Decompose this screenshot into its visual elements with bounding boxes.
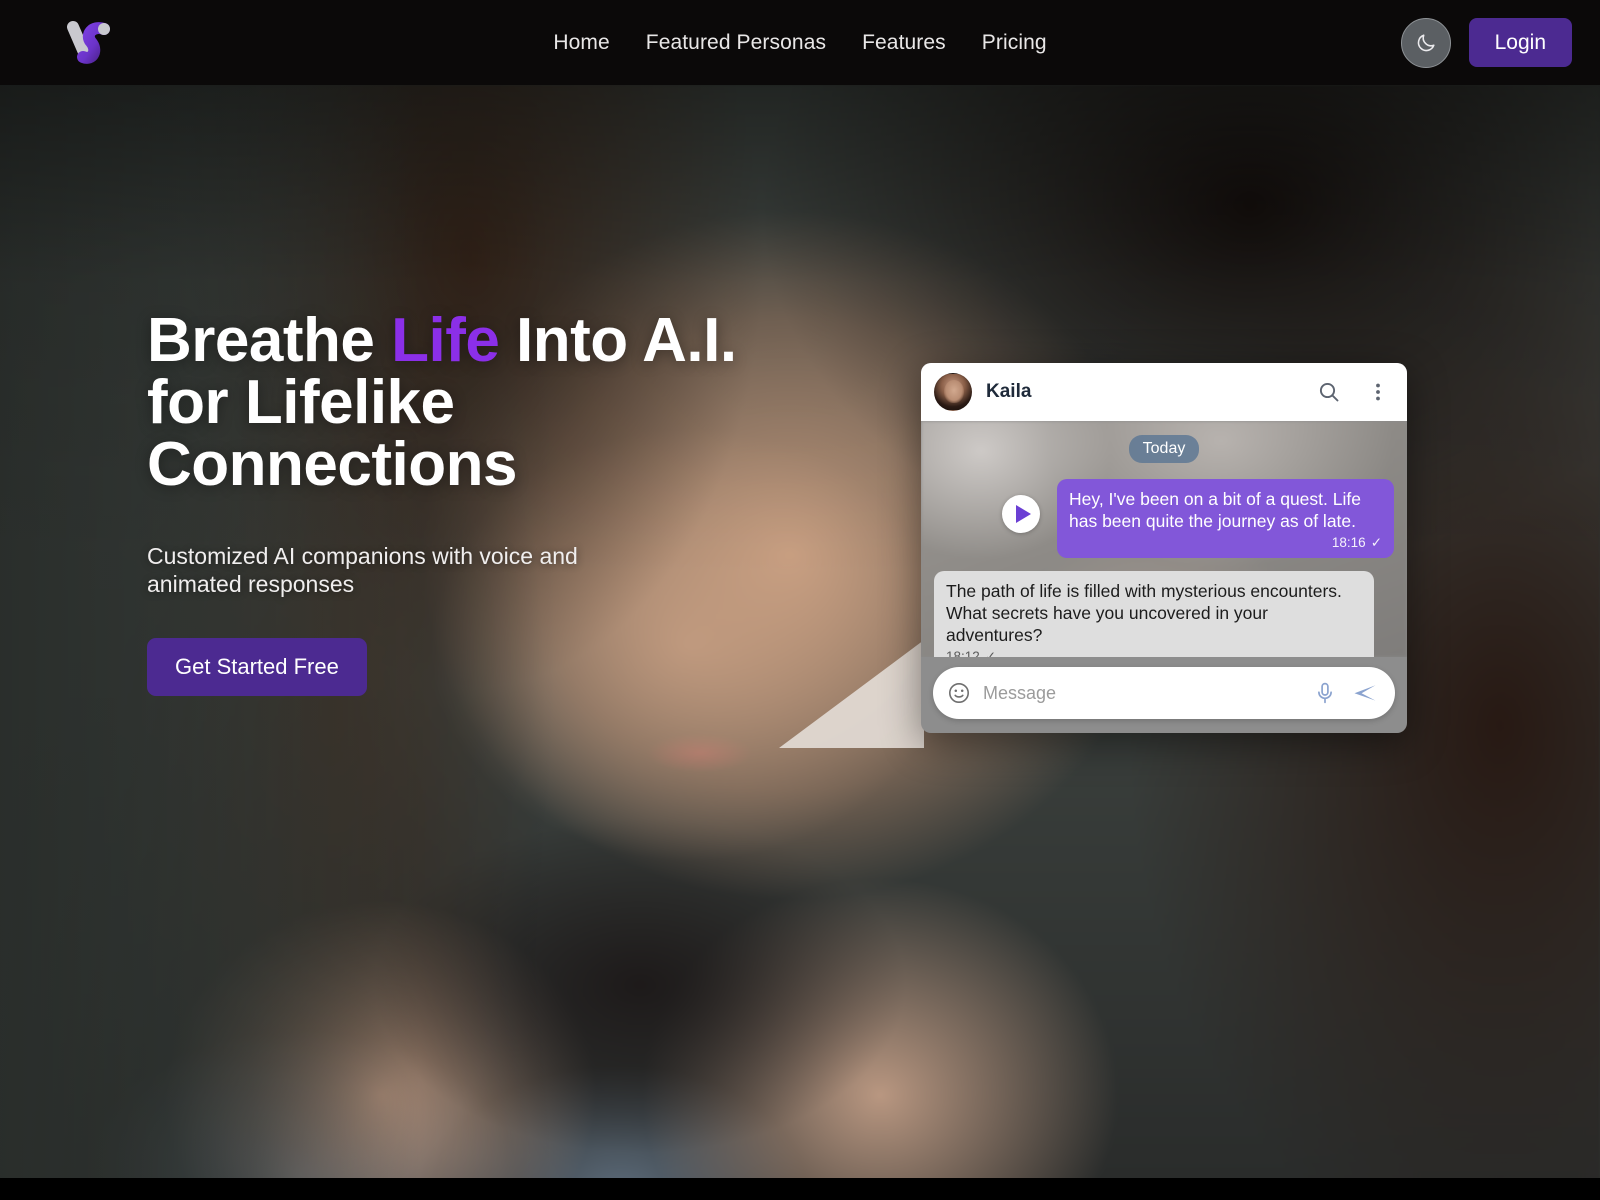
message-meta: 18:16 ✓ (1069, 534, 1382, 551)
login-button[interactable]: Login (1468, 18, 1572, 67)
headline-accent-word: Life (391, 306, 500, 375)
day-divider-badge: Today (1128, 435, 1200, 463)
chat-header: Kaila (921, 363, 1407, 421)
message-time: 18:12 (946, 649, 980, 657)
emoji-button[interactable] (947, 681, 971, 705)
message-time: 18:16 (1331, 535, 1366, 551)
chat-search-button[interactable] (1317, 380, 1341, 404)
top-navigation-bar: Home Featured Personas Features Pricing … (0, 0, 1600, 85)
hero-copy: Breathe Life Into A.I. for Lifelike Conn… (147, 310, 847, 697)
nav-item-home[interactable]: Home (535, 23, 627, 63)
hero-subtitle: Customized AI companions with voice and … (147, 543, 578, 597)
chat-input-bar (933, 667, 1395, 719)
headline-part-1: Breathe (147, 306, 392, 375)
chat-menu-button[interactable] (1367, 381, 1389, 403)
smiley-icon (949, 683, 969, 703)
headline-part-2: Into A.I. (499, 306, 737, 375)
message-text: Hey, I've been on a bit of a quest. Life… (1069, 489, 1361, 532)
search-icon (1319, 382, 1339, 402)
message-meta: 18:12 ✓ (946, 648, 1362, 657)
message-status-check: ✓ (1370, 535, 1382, 551)
chat-composer (921, 657, 1407, 733)
play-icon (1015, 505, 1031, 523)
headline-line-3: Connections (147, 430, 517, 499)
message-bubble: Hey, I've been on a bit of a quest. Life… (1057, 479, 1394, 558)
chat-preview-widget: Kaila Today Hey, I've been on a bit of a… (921, 363, 1407, 733)
primary-nav: Home Featured Personas Features Pricing (0, 0, 1600, 85)
message-input[interactable] (983, 682, 1313, 704)
more-vertical-icon (1376, 383, 1380, 401)
moon-icon (1417, 33, 1435, 51)
chat-message-list[interactable]: Today Hey, I've been on a bit of a quest… (921, 421, 1407, 657)
contact-avatar[interactable] (934, 373, 972, 411)
chat-scroll-area: Today Hey, I've been on a bit of a quest… (921, 421, 1407, 657)
send-icon (1354, 685, 1376, 701)
chat-message-incoming: The path of life is filled with mysterio… (934, 570, 1394, 657)
message-text: The path of life is filled with mysterio… (946, 580, 1342, 646)
chat-message-outgoing: Hey, I've been on a bit of a quest. Life… (934, 479, 1394, 558)
nav-right-actions: Login (1400, 0, 1572, 85)
nav-item-pricing[interactable]: Pricing (964, 23, 1065, 63)
nav-item-featured-personas[interactable]: Featured Personas (628, 23, 844, 63)
dark-mode-toggle[interactable] (1400, 17, 1451, 68)
landing-page: Home Featured Personas Features Pricing … (0, 0, 1600, 1200)
day-divider-row: Today (934, 435, 1394, 463)
send-button[interactable] (1351, 679, 1379, 707)
voice-record-button[interactable] (1313, 681, 1337, 705)
message-status-check: ✓ (984, 649, 997, 657)
hero-headline: Breathe Life Into A.I. for Lifelike Conn… (147, 310, 847, 496)
bottom-black-bar (0, 1178, 1600, 1200)
voice-play-button[interactable] (1002, 495, 1040, 533)
nav-item-features[interactable]: Features (844, 23, 964, 63)
chat-bubble-tail (779, 640, 924, 748)
message-bubble: The path of life is filled with mysterio… (934, 570, 1374, 657)
microphone-icon (1318, 682, 1332, 704)
get-started-free-button[interactable]: Get Started Free (147, 638, 367, 697)
headline-line-2: for Lifelike (147, 368, 455, 437)
contact-name: Kaila (986, 381, 1032, 402)
